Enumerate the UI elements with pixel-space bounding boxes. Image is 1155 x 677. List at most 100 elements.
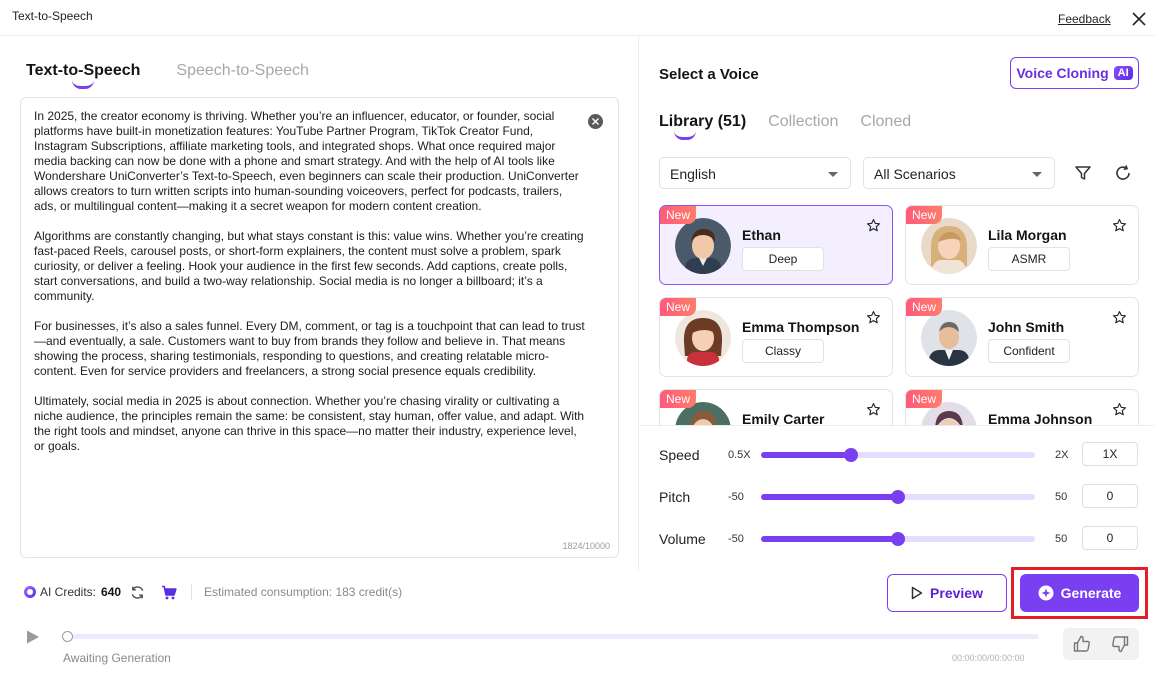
new-badge: New: [906, 298, 943, 316]
voice-cloning-label: Voice Cloning: [1016, 65, 1109, 81]
voice-tag: Deep: [742, 247, 824, 271]
speed-max: 2X: [1055, 449, 1069, 461]
voice-tag: ASMR: [988, 247, 1070, 271]
estimated-consumption: Estimated consumption: 183 credit(s): [204, 585, 403, 599]
credits-value: 640: [101, 585, 122, 599]
feedback-link[interactable]: Feedback: [1058, 12, 1111, 26]
volume-slider[interactable]: [761, 532, 1035, 546]
refresh-icon[interactable]: [1114, 164, 1132, 182]
avatar: [675, 310, 731, 366]
voice-card-emma-johnson[interactable]: New Emma Johnson: [905, 389, 1139, 426]
speed-slider[interactable]: [761, 448, 1035, 462]
star-icon[interactable]: [1112, 402, 1127, 417]
voice-name: Lila Morgan: [988, 227, 1067, 243]
filter-icon[interactable]: [1074, 164, 1092, 182]
generate-button[interactable]: Generate: [1020, 574, 1139, 612]
voice-card-ethan[interactable]: New Ethan Deep: [659, 205, 893, 285]
divider: [191, 584, 193, 600]
voice-tag: Confident: [988, 339, 1070, 363]
pitch-max: 50: [1055, 491, 1068, 503]
volume-row: Volume -50 50 0: [640, 526, 1155, 552]
tab-speech-to-speech[interactable]: Speech-to-Speech: [176, 62, 309, 80]
star-icon[interactable]: [1112, 310, 1127, 325]
voice-card-lila-morgan[interactable]: New Lila Morgan ASMR: [905, 205, 1139, 285]
volume-max: 50: [1055, 533, 1068, 545]
window-title: Text-to-Speech: [12, 9, 93, 23]
voice-tag: Classy: [742, 339, 824, 363]
thumbs-down-icon[interactable]: [1110, 634, 1130, 654]
character-count: 1824/10000: [562, 541, 610, 551]
script-text[interactable]: In 2025, the creator economy is thriving…: [34, 109, 587, 454]
volume-value-field[interactable]: 0: [1082, 526, 1138, 550]
play-outline-icon: [911, 586, 923, 600]
avatar: [921, 310, 977, 366]
volume-label: Volume: [659, 531, 706, 547]
close-icon[interactable]: [1131, 11, 1147, 27]
new-badge: New: [660, 206, 697, 224]
library-tabs: Library (51) Collection Cloned: [659, 113, 911, 140]
playback-time: 00:00:00/00:00:00: [952, 653, 1025, 663]
voice-settings: Speed 0.5X 2X 1X Pitch -50 50 0 Volume -…: [640, 425, 1155, 570]
voice-cloning-button[interactable]: Voice Cloning AI: [1010, 57, 1139, 89]
new-badge: New: [906, 206, 943, 224]
pitch-value-field[interactable]: 0: [1082, 484, 1138, 508]
voice-card-emily-carter[interactable]: New Emily Carter: [659, 389, 893, 426]
preview-button[interactable]: Preview: [887, 574, 1007, 612]
new-badge: New: [660, 390, 697, 408]
voice-name: Emily Carter: [742, 411, 825, 426]
star-icon[interactable]: [1112, 218, 1127, 233]
generate-icon: [1038, 585, 1054, 601]
audio-player: Awaiting Generation 00:00:00/00:00:00: [0, 622, 1155, 677]
select-voice-title: Select a Voice: [659, 66, 759, 83]
pitch-row: Pitch -50 50 0: [640, 484, 1155, 510]
generate-label: Generate: [1060, 585, 1122, 601]
script-editor[interactable]: In 2025, the creator economy is thriving…: [20, 97, 619, 558]
ai-badge: AI: [1113, 66, 1133, 80]
speed-label: Speed: [659, 447, 700, 463]
playback-progress[interactable]: [62, 631, 1039, 642]
language-select[interactable]: English: [659, 157, 851, 189]
chevron-down-icon: [1032, 172, 1042, 177]
star-icon[interactable]: [866, 218, 881, 233]
text-panel: Text-to-Speech Speech-to-Speech In 2025,…: [0, 36, 639, 570]
voice-grid: New Ethan Deep New Lila Morgan ASMR New …: [659, 205, 1139, 426]
thumbs-up-icon[interactable]: [1072, 634, 1092, 654]
voice-name: John Smith: [988, 319, 1065, 335]
new-badge: New: [906, 390, 943, 408]
pitch-min: -50: [728, 491, 744, 503]
voice-panel: Select a Voice Voice Cloning AI Library …: [640, 36, 1155, 570]
pitch-slider-handle[interactable]: [891, 490, 905, 504]
play-icon[interactable]: [26, 630, 40, 644]
tab-text-to-speech[interactable]: Text-to-Speech: [26, 62, 140, 89]
voice-card-emma-thompson[interactable]: New Emma Thompson Classy: [659, 297, 893, 377]
volume-slider-handle[interactable]: [891, 532, 905, 546]
credits-bar: AI Credits: 640 Estimated consumption: 1…: [24, 584, 402, 600]
clear-text-icon[interactable]: [588, 114, 603, 129]
star-icon[interactable]: [866, 310, 881, 325]
voice-name: Ethan: [742, 227, 781, 243]
language-value: English: [670, 166, 716, 182]
speed-row: Speed 0.5X 2X 1X: [640, 442, 1155, 468]
new-badge: New: [660, 298, 697, 316]
star-icon[interactable]: [866, 402, 881, 417]
voice-card-john-smith[interactable]: New John Smith Confident: [905, 297, 1139, 377]
speed-value-field[interactable]: 1X: [1082, 442, 1138, 466]
credits-icon: [24, 586, 36, 598]
tab-library[interactable]: Library (51): [659, 113, 746, 140]
avatar: [921, 218, 977, 274]
credits-label: AI Credits:: [40, 585, 97, 599]
playback-handle[interactable]: [62, 631, 73, 642]
tab-collection[interactable]: Collection: [768, 113, 838, 131]
volume-min: -50: [728, 533, 744, 545]
tab-cloned[interactable]: Cloned: [860, 113, 911, 131]
speed-slider-handle[interactable]: [844, 448, 859, 462]
avatar: [675, 218, 731, 274]
scenario-select[interactable]: All Scenarios: [863, 157, 1055, 189]
pitch-slider[interactable]: [761, 490, 1035, 504]
voice-name: Emma Thompson: [742, 319, 860, 335]
scenario-value: All Scenarios: [874, 166, 956, 182]
cart-icon[interactable]: [161, 585, 177, 600]
refresh-credits-icon[interactable]: [130, 585, 145, 600]
preview-label: Preview: [930, 585, 983, 601]
title-bar: Text-to-Speech Feedback: [0, 0, 1155, 36]
